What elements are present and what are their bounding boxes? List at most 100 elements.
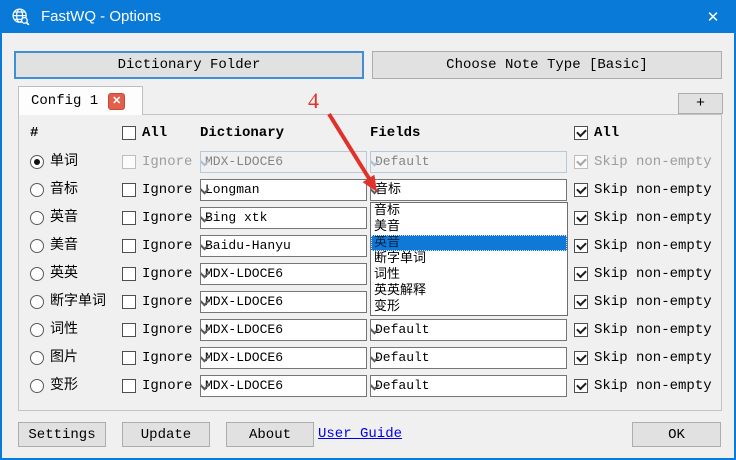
chevron-down-icon xyxy=(200,241,209,251)
table-row: 英音IgnoreBing xtkDefaultSkip non-empty xyxy=(2,207,736,229)
app-globe-icon xyxy=(10,6,31,27)
row-radio[interactable] xyxy=(30,351,44,365)
row-label: 图片 xyxy=(50,347,78,369)
row-label: 英英 xyxy=(50,263,78,285)
ignore-checkbox[interactable] xyxy=(122,211,136,225)
row-radio[interactable] xyxy=(30,267,44,281)
table-row: 美音IgnoreBaidu-HanyuDefaultSkip non-empty xyxy=(2,235,736,257)
settings-button[interactable]: Settings xyxy=(18,422,106,447)
user-guide-link[interactable]: User Guide xyxy=(318,422,402,447)
skip-non-empty-checkbox[interactable] xyxy=(574,379,588,393)
window-close-button[interactable]: ✕ xyxy=(690,0,736,33)
header-all-right-label: All xyxy=(594,122,619,144)
skip-non-empty-label: Skip non-empty xyxy=(594,291,712,313)
ignore-checkbox[interactable] xyxy=(122,379,136,393)
skip-non-empty-label: Skip non-empty xyxy=(594,179,712,201)
chevron-down-icon xyxy=(200,185,209,195)
window-title: FastWQ - Options xyxy=(41,8,690,25)
ok-button[interactable]: OK xyxy=(632,422,721,447)
table-row: 词性 Ignore MDX-LDOCE6Default Skip non-empty xyxy=(2,319,736,341)
row-radio[interactable] xyxy=(30,211,44,225)
row-label: 断字单词 xyxy=(50,291,106,313)
about-button[interactable]: About xyxy=(226,422,314,447)
fields-select[interactable]: 音标 xyxy=(370,179,567,201)
skip-non-empty-label: Skip non-empty xyxy=(594,375,712,397)
skip-non-empty-checkbox[interactable] xyxy=(574,267,588,281)
skip-non-empty-checkbox[interactable] xyxy=(574,295,588,309)
header-all-left-checkbox[interactable] xyxy=(122,126,136,140)
skip-non-empty-label: Skip non-empty xyxy=(594,263,712,285)
ignore-checkbox[interactable] xyxy=(122,323,136,337)
dropdown-item[interactable]: 英英解释 xyxy=(371,283,567,299)
ignore-label: Ignore xyxy=(142,207,192,229)
choose-note-type-button[interactable]: Choose Note Type [Basic] xyxy=(372,51,722,79)
annotation-arrow xyxy=(302,87,392,202)
skip-non-empty-label: Skip non-empty xyxy=(594,347,712,369)
ignore-checkbox[interactable] xyxy=(122,295,136,309)
row-label: 单词 xyxy=(50,151,78,173)
fields-select: Default xyxy=(370,151,567,173)
skip-non-empty-checkbox[interactable] xyxy=(574,211,588,225)
dictionary-folder-button[interactable]: Dictionary Folder xyxy=(14,51,364,79)
chevron-down-icon xyxy=(200,269,209,279)
chevron-down-icon xyxy=(200,381,209,391)
dropdown-item[interactable]: 变形 xyxy=(371,299,567,315)
dropdown-item[interactable]: 断字单词 xyxy=(371,251,567,267)
ignore-checkbox[interactable] xyxy=(122,267,136,281)
row-label: 变形 xyxy=(50,375,78,397)
ignore-checkbox[interactable] xyxy=(122,351,136,365)
row-radio[interactable] xyxy=(30,239,44,253)
ignore-label: Ignore xyxy=(142,319,192,341)
skip-non-empty-label: Skip non-empty xyxy=(594,235,712,257)
skip-non-empty-checkbox[interactable] xyxy=(574,239,588,253)
dropdown-item[interactable]: 美音 xyxy=(371,219,567,235)
ignore-checkbox xyxy=(122,155,136,169)
tab-close-icon[interactable]: ✕ xyxy=(108,93,125,110)
fields-select[interactable]: Default xyxy=(370,375,567,397)
skip-non-empty-checkbox[interactable] xyxy=(574,323,588,337)
table-row: 英英IgnoreMDX-LDOCE6DefaultSkip non-empty xyxy=(2,263,736,285)
row-label: 词性 xyxy=(50,319,78,341)
dictionary-select[interactable]: Bing xtk xyxy=(200,207,367,229)
skip-non-empty-checkbox xyxy=(574,155,588,169)
dictionary-select[interactable]: MDX-LDOCE6 xyxy=(200,263,367,285)
skip-non-empty-checkbox[interactable] xyxy=(574,183,588,197)
ignore-checkbox[interactable] xyxy=(122,183,136,197)
skip-non-empty-label: Skip non-empty xyxy=(594,319,712,341)
add-tab-button[interactable]: + xyxy=(678,93,723,114)
chevron-down-icon xyxy=(200,157,209,167)
chevron-down-icon xyxy=(200,297,209,307)
fields-select[interactable]: Default xyxy=(370,347,567,369)
ignore-label: Ignore xyxy=(142,151,192,173)
dropdown-item[interactable]: 音标 xyxy=(371,203,567,219)
dictionary-select[interactable]: MDX-LDOCE6 xyxy=(200,319,367,341)
dictionary-select[interactable]: MDX-LDOCE6 xyxy=(200,347,367,369)
row-radio[interactable] xyxy=(30,323,44,337)
dictionary-select[interactable]: MDX-LDOCE6 xyxy=(200,375,367,397)
table-row: 断字单词IgnoreMDX-LDOCE6DefaultSkip non-empt… xyxy=(2,291,736,313)
dictionary-select[interactable]: Baidu-Hanyu xyxy=(200,235,367,257)
update-button[interactable]: Update xyxy=(122,422,210,447)
dropdown-item[interactable]: 英音 xyxy=(371,235,567,251)
table-row: 图片 Ignore MDX-LDOCE6Default Skip non-empty xyxy=(2,347,736,369)
header-dictionary: Dictionary xyxy=(200,122,284,144)
row-radio[interactable] xyxy=(30,155,44,169)
tab-config-1[interactable]: Config 1 ✕ xyxy=(18,86,143,115)
header-hash: # xyxy=(30,122,38,144)
ignore-label: Ignore xyxy=(142,347,192,369)
row-radio[interactable] xyxy=(30,379,44,393)
fields-dropdown-list: 音标美音英音断字单词词性英英解释变形 xyxy=(370,202,568,316)
header-all-left-label: All xyxy=(142,122,167,144)
row-radio[interactable] xyxy=(30,183,44,197)
skip-non-empty-checkbox[interactable] xyxy=(574,351,588,365)
ignore-checkbox[interactable] xyxy=(122,239,136,253)
chevron-down-icon xyxy=(200,353,209,363)
chevron-down-icon xyxy=(370,353,379,363)
ignore-label: Ignore xyxy=(142,235,192,257)
row-radio[interactable] xyxy=(30,295,44,309)
header-all-right-checkbox[interactable] xyxy=(574,126,588,140)
fields-select[interactable]: Default xyxy=(370,319,567,341)
table-row: 变形IgnoreMDX-LDOCE6DefaultSkip non-empty xyxy=(2,375,736,397)
dropdown-item[interactable]: 词性 xyxy=(371,267,567,283)
dictionary-select[interactable]: MDX-LDOCE6 xyxy=(200,291,367,313)
